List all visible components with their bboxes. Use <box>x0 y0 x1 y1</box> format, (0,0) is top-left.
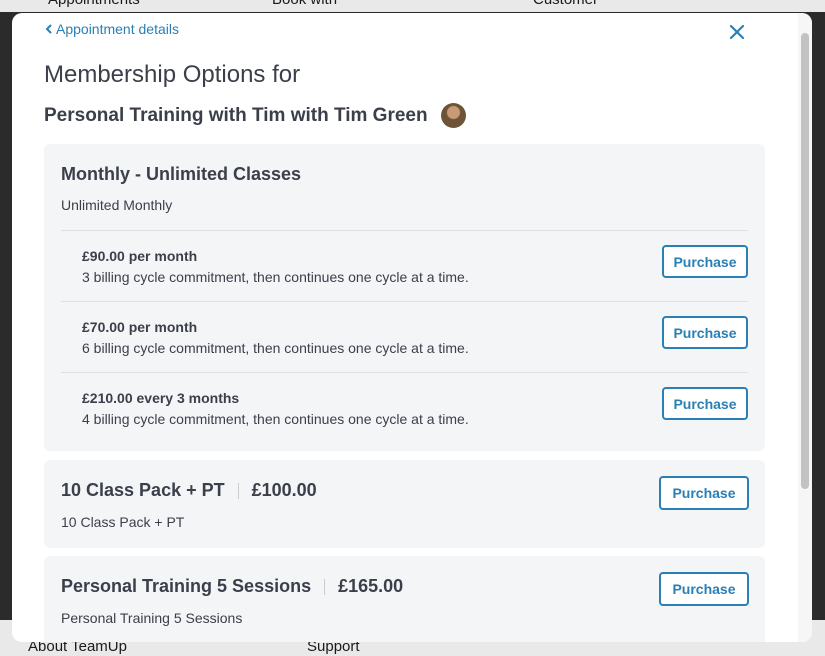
membership-title: 10 Class Pack + PT <box>61 480 225 500</box>
avatar <box>440 103 466 128</box>
close-icon[interactable] <box>728 23 746 41</box>
purchase-button[interactable]: Purchase <box>659 572 749 606</box>
membership-price: £165.00 <box>338 576 404 596</box>
back-to-appointment-details-link[interactable]: Appointment details <box>45 21 179 37</box>
price-description: 4 billing cycle commitment, then continu… <box>82 411 469 427</box>
price-amount: £90.00 per month <box>82 248 198 264</box>
price-amount: £210.00 every 3 months <box>82 390 240 406</box>
appointment-name: Personal Training with Tim with Tim Gree… <box>44 104 428 126</box>
modal-subtitle: Personal Training with Tim with Tim Gree… <box>44 103 466 128</box>
price-option-row: £70.00 per month 6 billing cycle commitm… <box>61 301 748 373</box>
membership-price: £100.00 <box>251 480 317 500</box>
purchase-button[interactable]: Purchase <box>662 245 748 278</box>
price-option-row: £210.00 every 3 months 4 billing cycle c… <box>61 372 748 444</box>
membership-title-row: Personal Training 5 Sessions £165.00 <box>61 576 403 597</box>
modal-title: Membership Options for <box>44 61 301 88</box>
purchase-button[interactable]: Purchase <box>662 387 748 420</box>
price-amount: £70.00 per month <box>82 319 198 335</box>
back-link-label: Appointment details <box>56 21 179 37</box>
price-description: 3 billing cycle commitment, then continu… <box>82 269 469 285</box>
membership-card-personal-training: Personal Training 5 Sessions £165.00 Per… <box>44 556 765 642</box>
divider <box>324 578 326 595</box>
membership-options-modal: Appointment details Membership Options f… <box>12 13 812 642</box>
chevron-left-icon <box>45 24 52 34</box>
membership-title: Personal Training 5 Sessions <box>61 576 312 596</box>
membership-subtitle: Personal Training 5 Sessions <box>61 610 243 626</box>
divider <box>237 482 239 499</box>
bg-nav-appointments: Appointments <box>48 0 140 8</box>
membership-subtitle: 10 Class Pack + PT <box>61 514 185 530</box>
scrollbar-thumb[interactable] <box>801 33 809 489</box>
membership-card-class-pack: 10 Class Pack + PT £100.00 10 Class Pack… <box>44 460 765 548</box>
bg-col-book-with: Book with <box>272 0 337 8</box>
membership-card-monthly: Monthly - Unlimited Classes Unlimited Mo… <box>44 144 765 451</box>
bg-col-customer: Customer <box>533 0 598 8</box>
membership-subtitle: Unlimited Monthly <box>61 197 173 213</box>
purchase-button[interactable]: Purchase <box>659 476 749 510</box>
membership-title-row: 10 Class Pack + PT £100.00 <box>61 480 317 501</box>
price-description: 6 billing cycle commitment, then continu… <box>82 340 469 356</box>
purchase-button[interactable]: Purchase <box>662 316 748 349</box>
price-option-row: £90.00 per month 3 billing cycle commitm… <box>61 230 748 302</box>
membership-title: Monthly - Unlimited Classes <box>61 164 302 184</box>
modal-scrollbar[interactable] <box>798 13 812 642</box>
